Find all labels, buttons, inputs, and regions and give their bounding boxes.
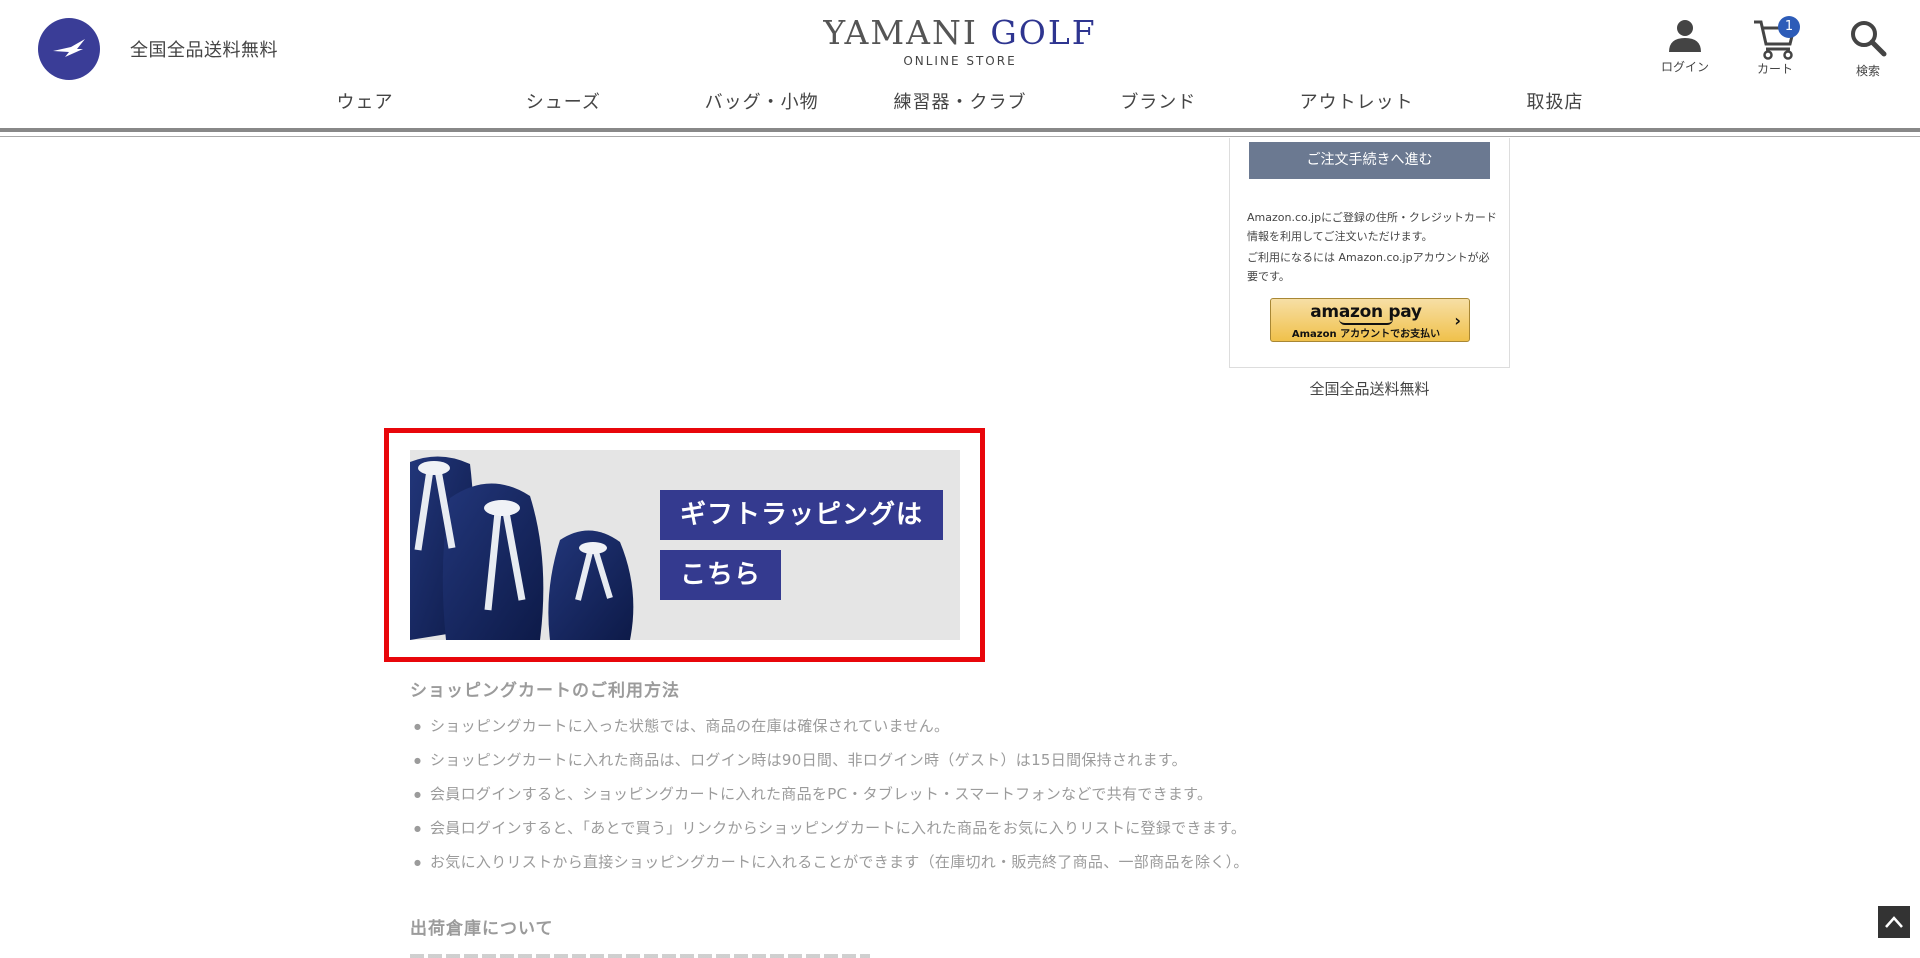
- login-label: ログイン: [1660, 60, 1709, 74]
- chevron-right-icon: ›: [1454, 311, 1461, 330]
- header-divider-thin: [0, 136, 1920, 137]
- gift-banner-text-1: ギフトラッピングは: [660, 490, 944, 540]
- amazon-pay-button[interactable]: amazon pay Amazon アカウントでお支払い ›: [1270, 298, 1470, 342]
- gift-banner-text-2: こちら: [660, 550, 782, 600]
- free-shipping-notice: 全国全品送料無料: [130, 40, 278, 61]
- usage-item: 会員ログインすると、「あとで買う」リンクからショッピングカートに入れた商品をお気…: [410, 816, 1249, 850]
- nav-item-outlet[interactable]: アウトレット: [1262, 88, 1452, 120]
- gift-wrapping-banner[interactable]: ギフトラッピングは こちら: [410, 450, 960, 640]
- order-summary-box: ご注文手続きへ進む Amazon.co.jpにご登録の住所・クレジットカード情報…: [1229, 138, 1510, 368]
- gift-bags-image: [410, 456, 634, 640]
- amazon-pay-logo: amazon pay: [1271, 302, 1461, 325]
- checkout-button[interactable]: ご注文手続きへ進む: [1249, 142, 1490, 179]
- nav-item-practice-clubs[interactable]: 練習器・クラブ: [865, 88, 1055, 120]
- back-to-top-button[interactable]: [1878, 906, 1910, 938]
- free-shipping-note: 全国全品送料無料: [1309, 380, 1430, 398]
- usage-list: ショッピングカートに入った状態では、商品の在庫は確保されていません。 ショッピン…: [410, 714, 1249, 884]
- cart-count-badge: 1: [1778, 16, 1800, 38]
- usage-item: ショッピングカートに入れた商品は、ログイン時は90日間、非ログイン時（ゲスト）は…: [410, 748, 1249, 782]
- search-button[interactable]: 検索: [1833, 18, 1903, 79]
- nav-item-shoes[interactable]: シューズ: [468, 88, 658, 120]
- usage-item: ショッピングカートに入った状態では、商品の在庫は確保されていません。: [410, 714, 1249, 748]
- brand-logo[interactable]: YAMANI GOLF ONLINE STORE: [760, 14, 1160, 69]
- nav-item-brand[interactable]: ブランド: [1063, 88, 1253, 120]
- brand-logo-icon[interactable]: [38, 18, 100, 80]
- usage-title: ショッピングカートのご利用方法: [410, 681, 680, 701]
- login-button[interactable]: ログイン: [1650, 18, 1720, 75]
- cart-label: カート: [1756, 62, 1793, 76]
- search-icon: [1851, 21, 1887, 57]
- nav-item-bags[interactable]: バッグ・小物: [667, 88, 857, 120]
- global-nav: ウェア シューズ バッグ・小物 練習器・クラブ ブランド アウトレット 取扱店: [270, 88, 1650, 120]
- nav-item-stores[interactable]: 取扱店: [1460, 88, 1650, 120]
- usage-item: 会員ログインすると、ショッピングカートに入れた商品をPC・タブレット・スマートフ…: [410, 782, 1249, 816]
- brand-name: YAMANI GOLF: [760, 14, 1160, 52]
- search-label: 検索: [1855, 64, 1880, 78]
- warehouse-title: 出荷倉庫について: [410, 919, 554, 939]
- amazon-pay-subtext: Amazon アカウントでお支払い: [1291, 329, 1441, 340]
- brand-name-yamani: YAMANI: [823, 13, 978, 52]
- site-header: 全国全品送料無料 YAMANI GOLF ONLINE STORE ログイン 1…: [0, 0, 1920, 138]
- amazon-pay-text-2: ご利用になるには Amazon.co.jpアカウントが必要です。: [1247, 251, 1490, 283]
- brand-subtitle: ONLINE STORE: [903, 54, 1017, 68]
- cut-off-text-fragment: [410, 954, 870, 958]
- bird-icon: [53, 39, 85, 57]
- brand-name-golf: GOLF: [990, 13, 1097, 52]
- chevron-up-icon: [1885, 916, 1903, 928]
- amazon-pay-logo-text: amazon pay: [1310, 302, 1422, 322]
- user-icon: [1669, 20, 1701, 52]
- nav-item-wear[interactable]: ウェア: [270, 88, 460, 120]
- header-divider: [0, 128, 1920, 132]
- usage-item: お気に入りリストから直接ショッピングカートに入れることができます（在庫切れ・販売…: [410, 850, 1249, 884]
- amazon-pay-description: Amazon.co.jpにご登録の住所・クレジットカード情報を利用してご注文いた…: [1247, 208, 1497, 286]
- cut-off-text: [410, 952, 870, 958]
- amazon-pay-text-1: Amazon.co.jpにご登録の住所・クレジットカード情報を利用してご注文いた…: [1247, 211, 1497, 243]
- cart-button[interactable]: 1 カート: [1740, 16, 1810, 77]
